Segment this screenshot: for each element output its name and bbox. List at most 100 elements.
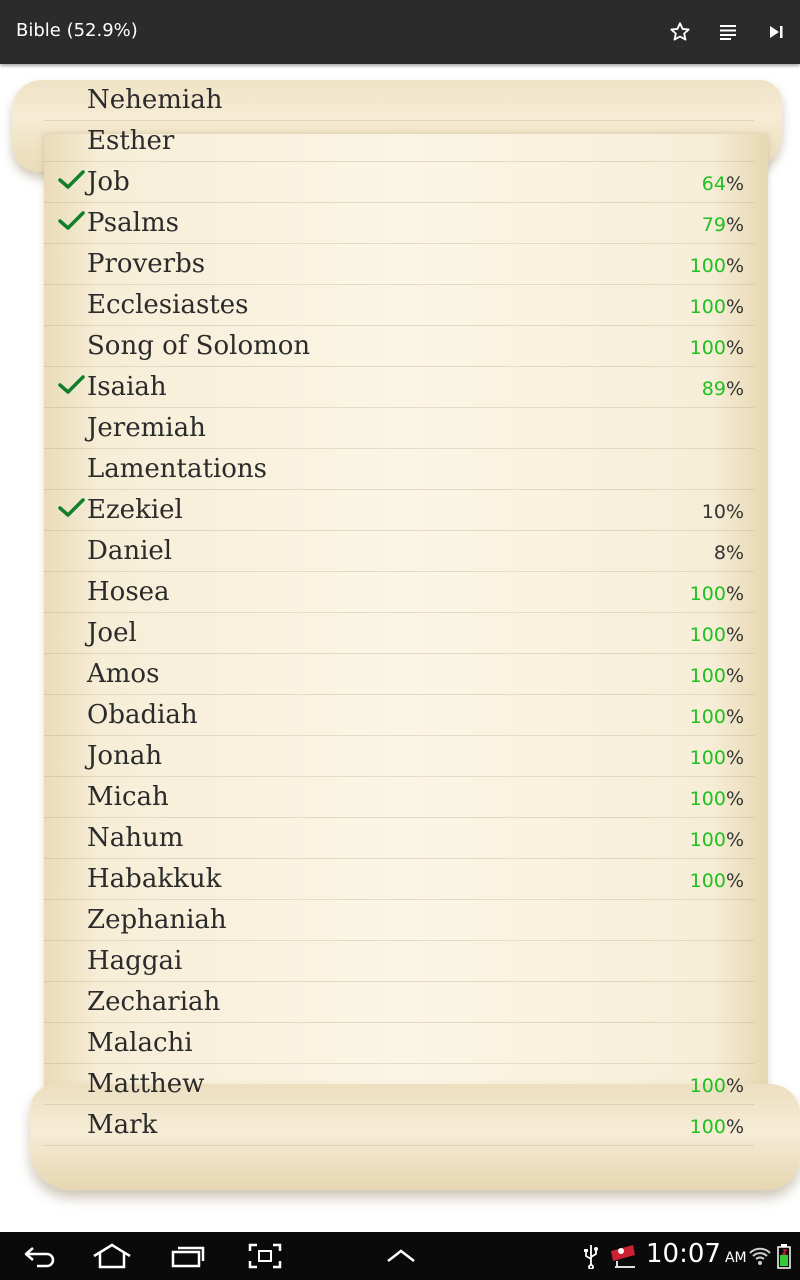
book-name: Joel bbox=[87, 618, 137, 648]
usb-icon bbox=[584, 1245, 598, 1269]
progress-value: 100 bbox=[689, 747, 726, 769]
book-name: Malachi bbox=[87, 1028, 193, 1058]
book-row[interactable]: Ecclesiastes 100% bbox=[44, 284, 754, 326]
percent-sign: % bbox=[725, 501, 744, 523]
book-name: Zechariah bbox=[87, 987, 221, 1017]
book-progress: 100% bbox=[690, 870, 744, 892]
percent-sign: % bbox=[725, 337, 744, 359]
progress-value: 100 bbox=[689, 665, 726, 687]
book-name: Obadiah bbox=[87, 700, 198, 730]
checkmark-icon bbox=[58, 211, 85, 230]
wifi-icon bbox=[749, 1247, 771, 1265]
percent-sign: % bbox=[725, 870, 744, 892]
percent-sign: % bbox=[725, 296, 744, 318]
book-progress: 100% bbox=[690, 747, 744, 769]
book-name: Proverbs bbox=[87, 249, 206, 279]
menu-up-button[interactable] bbox=[384, 1240, 418, 1272]
book-progress: 100% bbox=[690, 624, 744, 646]
progress-value: 100 bbox=[689, 583, 726, 605]
book-progress: 100% bbox=[690, 337, 744, 359]
book-row[interactable]: Habakkuk 100% bbox=[44, 858, 754, 900]
book-progress: 64% bbox=[702, 173, 744, 195]
book-progress: 8% bbox=[714, 542, 744, 564]
book-row[interactable]: Zephaniah bbox=[44, 899, 754, 941]
book-name: Ezekiel bbox=[87, 495, 183, 525]
book-progress: 100% bbox=[690, 583, 744, 605]
book-row[interactable]: Zechariah bbox=[44, 981, 754, 1023]
book-row[interactable]: Lamentations bbox=[44, 448, 754, 490]
progress-value: 100 bbox=[689, 1075, 726, 1097]
book-row[interactable]: Nehemiah bbox=[44, 88, 754, 121]
percent-sign: % bbox=[725, 747, 744, 769]
percent-sign: % bbox=[725, 378, 744, 400]
percent-sign: % bbox=[725, 788, 744, 810]
book-row[interactable]: Isaiah 89% bbox=[44, 366, 754, 408]
book-progress: 100% bbox=[690, 255, 744, 277]
book-row[interactable]: Nahum 100% bbox=[44, 817, 754, 859]
book-progress: 100% bbox=[690, 1116, 744, 1138]
book-row[interactable]: Mark 100% bbox=[44, 1104, 754, 1146]
book-row[interactable]: Job 64% bbox=[44, 161, 754, 203]
favorite-button[interactable] bbox=[662, 14, 698, 50]
chapters-list-button[interactable] bbox=[710, 14, 746, 50]
book-row[interactable]: Hosea 100% bbox=[44, 571, 754, 613]
usb-status bbox=[580, 1240, 602, 1272]
book-row[interactable]: Song of Solomon 100% bbox=[44, 325, 754, 367]
home-icon bbox=[93, 1243, 131, 1269]
book-name: Psalms bbox=[87, 208, 179, 238]
book-row[interactable]: Jeremiah bbox=[44, 407, 754, 449]
back-button[interactable] bbox=[20, 1240, 60, 1272]
book-row[interactable]: Joel 100% bbox=[44, 612, 754, 654]
book-progress: 10% bbox=[702, 501, 744, 523]
book-name: Jeremiah bbox=[87, 413, 206, 443]
book-row[interactable]: Jonah 100% bbox=[44, 735, 754, 777]
book-row[interactable]: Amos 100% bbox=[44, 653, 754, 695]
book-list-scroll-area[interactable]: Nehemiah Esther Job 64% Psalms 79% Proverbs 100… bbox=[0, 64, 800, 1232]
book-row[interactable]: Matthew 100% bbox=[44, 1063, 754, 1105]
book-row[interactable]: Haggai bbox=[44, 940, 754, 982]
progress-value: 79 bbox=[701, 214, 726, 236]
menu-up-icon bbox=[387, 1249, 415, 1262]
next-button[interactable] bbox=[758, 14, 794, 50]
battery-icon bbox=[777, 1244, 791, 1269]
book-row[interactable]: Proverbs 100% bbox=[44, 243, 754, 285]
notification-icon bbox=[611, 1245, 635, 1268]
percent-sign: % bbox=[725, 214, 744, 236]
progress-value: 10 bbox=[701, 501, 726, 523]
percent-sign: % bbox=[725, 173, 744, 195]
book-name: Nehemiah bbox=[87, 88, 223, 115]
book-row[interactable]: Psalms 79% bbox=[44, 202, 754, 244]
book-row[interactable]: Malachi bbox=[44, 1022, 754, 1064]
book-progress: 79% bbox=[702, 214, 744, 236]
book-row[interactable]: Obadiah 100% bbox=[44, 694, 754, 736]
checkmark-icon bbox=[58, 170, 85, 189]
checkmark-icon bbox=[58, 375, 85, 394]
book-name: Nahum bbox=[87, 823, 184, 853]
screenshot-icon bbox=[248, 1243, 282, 1269]
book-name: Job bbox=[87, 167, 130, 197]
book-row[interactable]: Ezekiel 10% bbox=[44, 489, 754, 531]
book-row[interactable]: Esther bbox=[44, 120, 754, 162]
book-row[interactable]: Daniel 8% bbox=[44, 530, 754, 572]
home-button[interactable] bbox=[90, 1240, 134, 1272]
percent-sign: % bbox=[725, 706, 744, 728]
book-name: Amos bbox=[87, 659, 160, 689]
progress-value: 89 bbox=[701, 378, 726, 400]
action-bar: Bible (52.9%) bbox=[0, 0, 800, 64]
recent-apps-icon bbox=[171, 1246, 205, 1268]
progress-value: 100 bbox=[689, 1116, 726, 1138]
back-icon bbox=[24, 1247, 55, 1268]
book-name: Esther bbox=[87, 126, 175, 156]
progress-value: 64 bbox=[701, 173, 726, 195]
book-row[interactable]: Micah 100% bbox=[44, 776, 754, 818]
recent-apps-button[interactable] bbox=[168, 1240, 208, 1272]
system-navigation-bar: 10:07 AM bbox=[0, 1232, 800, 1280]
progress-value: 100 bbox=[689, 706, 726, 728]
percent-sign: % bbox=[725, 255, 744, 277]
progress-value: 100 bbox=[689, 255, 726, 277]
progress-value: 100 bbox=[689, 829, 726, 851]
clock-time: 10:07 bbox=[646, 1239, 721, 1269]
book-name: Jonah bbox=[87, 741, 163, 771]
screenshot-button[interactable] bbox=[246, 1240, 284, 1272]
book-name: Daniel bbox=[87, 536, 173, 566]
